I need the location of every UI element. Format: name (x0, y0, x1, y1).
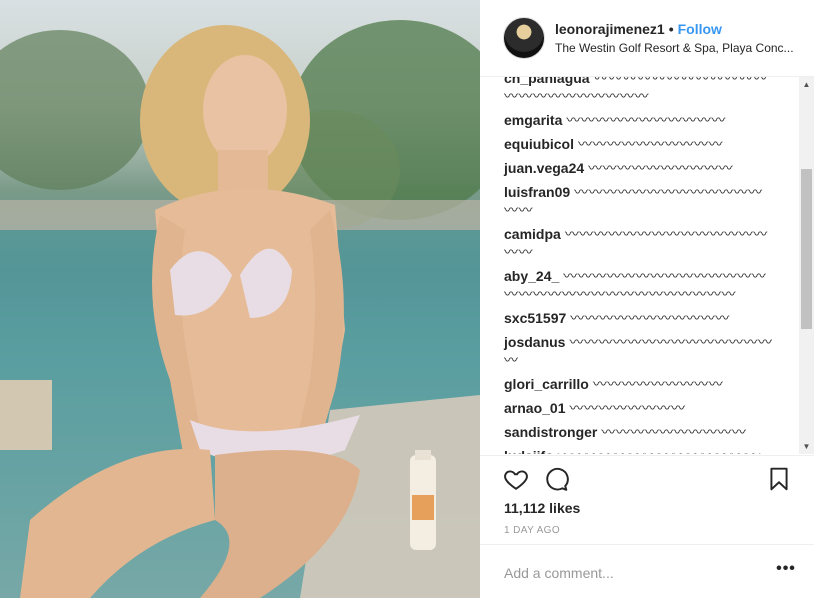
action-bar (480, 455, 814, 501)
heart-icon[interactable] (503, 466, 529, 492)
scroll-down-arrow-icon[interactable]: ▼ (799, 439, 814, 454)
bookmark-icon[interactable] (766, 466, 792, 492)
comment-username[interactable]: emgarita (504, 112, 562, 128)
comment-item: luisfran09 〰〰〰〰〰〰〰〰〰〰〰〰〰〰〰 (480, 183, 774, 219)
comment-text: 〰〰〰〰〰〰〰〰〰〰 (601, 424, 747, 440)
comment-text: 〰〰〰〰〰〰〰〰〰〰 (588, 160, 734, 176)
comment-input[interactable] (504, 563, 744, 583)
comment-text: 〰〰〰〰〰〰〰〰〰〰〰 (570, 310, 730, 326)
comment-username[interactable]: ludajifo (504, 448, 554, 454)
comment-item: arnao_01 〰〰〰〰〰〰〰〰 (480, 399, 774, 417)
follow-button[interactable]: Follow (678, 21, 722, 37)
comment-item: josdanus 〰〰〰〰〰〰〰〰〰〰〰〰〰〰〰 (480, 333, 774, 369)
comment-bubble-icon[interactable] (543, 466, 569, 492)
comment-item: ludajifo〰〰〰〰〰〰〰〰〰〰〰〰〰〰〰〰〰〰〰〰〰 (480, 447, 774, 454)
comment-username[interactable]: sandistronger (504, 424, 597, 440)
comment-text: 〰〰〰〰〰〰〰〰〰 (592, 376, 724, 392)
comment-text: 〰〰〰〰〰〰〰〰〰〰〰 (566, 112, 726, 128)
add-comment-section: ••• (480, 544, 814, 599)
comment-item: glori_carrillo 〰〰〰〰〰〰〰〰〰 (480, 375, 774, 393)
comment-username[interactable]: juan.vega24 (504, 160, 584, 176)
comments-inner: cn_paniagua 〰〰〰〰〰〰〰〰〰〰〰〰〰〰〰〰〰〰〰〰〰〰 emgarit… (480, 77, 774, 454)
comment-item: emgarita 〰〰〰〰〰〰〰〰〰〰〰 (480, 111, 774, 129)
comments-list[interactable]: cn_paniagua 〰〰〰〰〰〰〰〰〰〰〰〰〰〰〰〰〰〰〰〰〰〰 emgarit… (480, 77, 800, 454)
comment-item: sandistronger 〰〰〰〰〰〰〰〰〰〰 (480, 423, 774, 441)
comment-item: cn_paniagua 〰〰〰〰〰〰〰〰〰〰〰〰〰〰〰〰〰〰〰〰〰〰 (480, 77, 774, 105)
location-link[interactable]: The Westin Golf Resort & Spa, Playa Conc… (555, 41, 795, 55)
likes-count[interactable]: 11,112 likes (504, 500, 580, 516)
post-timestamp[interactable]: 1 DAY AGO (504, 525, 560, 536)
comment-username[interactable]: arnao_01 (504, 400, 565, 416)
scroll-up-arrow-icon[interactable]: ▲ (799, 77, 814, 92)
comment-text: 〰〰〰〰〰〰〰〰 (569, 400, 686, 416)
scrollbar-thumb[interactable] (801, 169, 812, 329)
photo-illustration (0, 20, 480, 598)
comment-username[interactable]: equiubicol (504, 136, 574, 152)
comment-username[interactable]: aby_24_ (504, 268, 559, 284)
comment-username[interactable]: camidpa (504, 226, 561, 242)
comment-username[interactable]: sxc51597 (504, 310, 566, 326)
avatar[interactable] (503, 17, 545, 59)
comment-username[interactable]: glori_carrillo (504, 376, 589, 392)
post-photo[interactable] (0, 0, 480, 598)
comment-item: sxc51597 〰〰〰〰〰〰〰〰〰〰〰 (480, 309, 774, 327)
comment-text: 〰〰〰〰〰〰〰〰〰〰 (578, 136, 723, 152)
more-options-icon[interactable]: ••• (774, 561, 798, 582)
comments-scrollbar[interactable]: ▲ ▼ (799, 77, 814, 454)
username-link[interactable]: leonorajimenez1 (555, 21, 665, 37)
comment-username[interactable]: cn_paniagua (504, 77, 590, 86)
post-side-panel: leonorajimenez1 • Follow The Westin Golf R… (480, 0, 814, 598)
comment-username[interactable]: luisfran09 (504, 184, 570, 200)
separator-dot: • (668, 21, 674, 37)
username-row: leonorajimenez1 • Follow (555, 21, 722, 37)
comment-item: aby_24_ 〰〰〰〰〰〰〰〰〰〰〰〰〰〰〰〰〰〰〰〰〰〰〰〰〰〰〰〰〰〰 (480, 267, 774, 303)
post-header: leonorajimenez1 • Follow The Westin Golf R… (480, 0, 814, 77)
comment-item: juan.vega24 〰〰〰〰〰〰〰〰〰〰 (480, 159, 774, 177)
comment-username[interactable]: josdanus (504, 334, 565, 350)
comment-item: equiubicol 〰〰〰〰〰〰〰〰〰〰 (480, 135, 774, 153)
comment-item: camidpa 〰〰〰〰〰〰〰〰〰〰〰〰〰〰〰〰 (480, 225, 774, 261)
